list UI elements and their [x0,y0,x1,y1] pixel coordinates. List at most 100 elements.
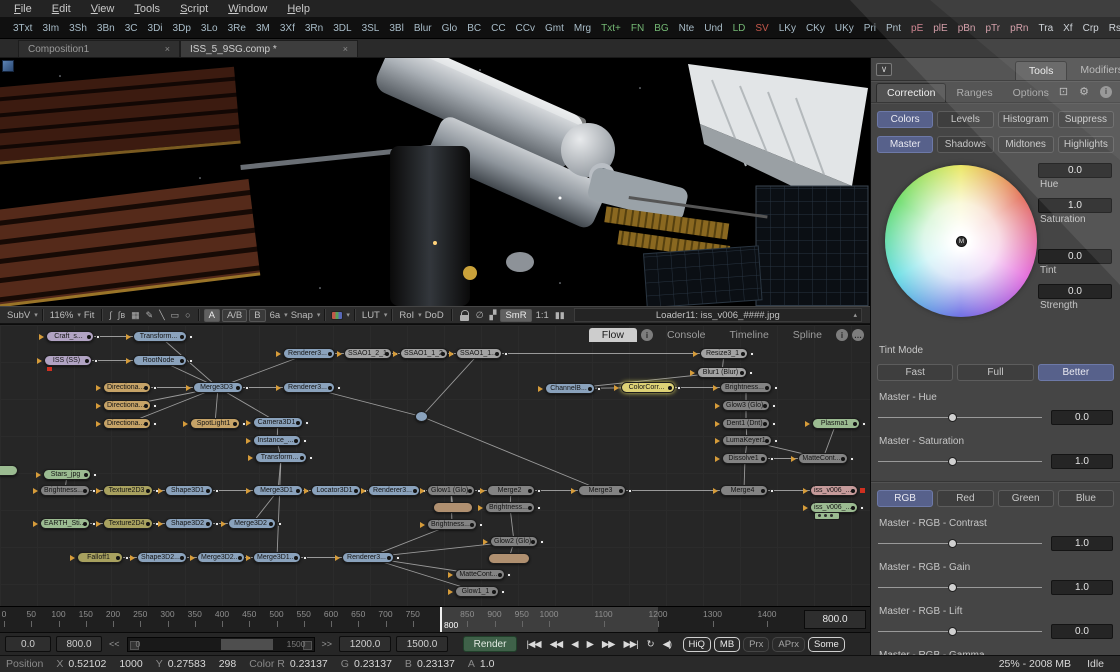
flow-node-item-transform1[interactable]: Transform... [133,331,187,342]
tool-button-item-blur[interactable]: Blur [409,23,437,34]
info-icon[interactable]: i [641,329,653,341]
spline-tool-icon[interactable]: ∫ [106,310,114,320]
node-input-arrow[interactable] [478,505,486,511]
subview-button[interactable]: SubV [4,310,33,321]
node-connector[interactable] [479,523,483,527]
rectangle-tool-icon[interactable]: ▭ [168,310,183,321]
tool-button-item-3bl[interactable]: 3Bl [384,23,408,34]
node-connector[interactable] [772,404,776,408]
node-input-arrow[interactable] [276,351,284,357]
node-input-arrow[interactable] [713,385,721,391]
buffer-b-button[interactable]: B [249,309,265,322]
node-connector[interactable] [303,556,307,560]
menu-file[interactable]: File [4,2,42,16]
tool-button-item-nte[interactable]: Nte [674,23,700,34]
saturation-field[interactable]: 1.0 [1038,198,1112,213]
node-input-arrow[interactable] [361,488,369,494]
mode-colors[interactable]: Colors [877,111,933,128]
global-start-field[interactable]: 0.0 [5,636,51,652]
tool-button-item-3xf[interactable]: 3Xf [275,23,300,34]
node-connector[interactable] [153,404,157,408]
slider-handle[interactable] [948,539,957,548]
paint-brush-icon[interactable]: ✎ [143,310,157,321]
tool-button-item-gmt[interactable]: Gmt [540,23,569,34]
range-highlights[interactable]: Highlights [1058,136,1114,153]
node-input-arrow[interactable] [614,385,622,391]
slider-track[interactable] [878,457,1042,466]
flow-node-item-dotnode[interactable] [415,411,428,422]
channel-blue[interactable]: Blue [1058,490,1114,507]
node-connector[interactable] [215,522,219,526]
fast-forward-button[interactable]: ▶▶ [597,639,619,650]
smooth-resize-button[interactable]: SmR [500,309,531,322]
tool-button-item-rsz[interactable]: Rsz [1104,23,1120,34]
play-button[interactable]: ▶ [582,639,597,650]
tool-button-item-ple[interactable]: plE [928,23,952,34]
panel-tab-modifiers[interactable]: Modifiers [1067,61,1120,80]
mirror-icon[interactable]: ∅ [473,310,487,321]
node-input-arrow[interactable] [96,521,104,527]
loop-button[interactable]: ↻ [642,639,658,650]
tool-button-item-cky[interactable]: CKy [801,23,830,34]
slider-track[interactable] [878,413,1042,422]
tool-button-item-crp[interactable]: Crp [1078,23,1104,34]
play-reverse-button[interactable]: ◀ [567,639,582,650]
tool-button-item-ld[interactable]: LD [728,23,751,34]
flow-tab-flow[interactable]: Flow [589,328,637,342]
node-input-arrow[interactable] [791,456,799,462]
node-connector[interactable] [337,386,341,390]
node-input-arrow[interactable] [130,555,138,561]
node-connector[interactable] [153,386,157,390]
node-input-arrow[interactable] [246,438,254,444]
grid-icon[interactable]: ▦ [128,310,143,321]
menu-view[interactable]: View [81,2,125,16]
menu-edit[interactable]: Edit [42,2,81,16]
node-connector[interactable] [677,386,681,390]
node-connector[interactable] [628,489,632,493]
tool-button-item-pbn[interactable]: pBn [953,23,981,34]
node-connector[interactable] [94,359,98,363]
node-connector[interactable] [862,422,866,426]
tool-button-item-txt[interactable]: Txt+ [596,23,626,34]
node-connector[interactable] [850,457,854,461]
menu-tools[interactable]: Tools [124,2,170,16]
strength-field[interactable]: 0.0 [1038,284,1112,299]
node-input-arrow[interactable] [96,421,104,427]
tool-button-item-fn[interactable]: FN [626,23,649,34]
node-input-arrow[interactable] [39,334,47,340]
pick-tool-icon[interactable]: ╲ [156,310,167,321]
tool-button-item-3sh[interactable]: 3Sh [64,23,92,34]
node-input-arrow[interactable] [186,385,194,391]
node-input-arrow[interactable] [190,555,198,561]
zoom-level[interactable]: 116% [47,310,77,321]
tool-button-item-tra[interactable]: Tra [1034,23,1059,34]
mode-suppress[interactable]: Suppress [1058,111,1114,128]
node-connector[interactable] [305,421,309,425]
node-input-arrow[interactable] [96,403,104,409]
flow-node-item-selbar2[interactable] [488,553,530,564]
node-input-arrow[interactable] [448,572,456,578]
flow-node-item-selbar1[interactable] [433,502,473,513]
flow-node-item-colorcorr[interactable]: ColorCorr... [621,382,675,393]
node-connector[interactable] [501,590,505,594]
node-input-arrow[interactable] [221,521,229,527]
node-input-arrow[interactable] [158,521,166,527]
node-connector[interactable] [537,489,541,493]
tool-button-item-pnt[interactable]: Pnt [881,23,906,34]
tool-button-item-3dp[interactable]: 3Dp [168,23,196,34]
node-connector[interactable] [245,386,249,390]
tool-button-item-3lo[interactable]: 3Lo [196,23,223,34]
node-input-arrow[interactable] [183,421,191,427]
tool-button-item-prn[interactable]: pRn [1005,23,1033,34]
node-input-arrow[interactable] [803,488,811,494]
node-input-arrow[interactable] [690,370,698,376]
shift-right-button[interactable]: >> [320,639,335,649]
subtab-correction[interactable]: Correction [876,83,946,102]
mode-histogram[interactable]: Histogram [998,111,1054,128]
node-input-arrow[interactable] [246,555,254,561]
toggle-some[interactable]: Some [808,637,845,652]
tool-button-item-pri[interactable]: Pri [859,23,881,34]
preset-icon[interactable]: ⊡ [1059,85,1068,98]
loader-selector[interactable]: Loader11: iss_v006_####.jpg ▴ [574,308,862,322]
node-connector[interactable] [278,522,282,526]
